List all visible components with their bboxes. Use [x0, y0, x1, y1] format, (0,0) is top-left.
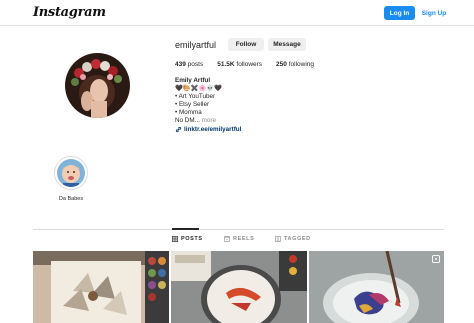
profile-bio: Emily Artful 🖤🎨✖️🌸💀🖤 • Art YouTuber • Et…	[175, 77, 355, 134]
tab-reels-label: REELS	[233, 236, 255, 242]
tab-posts-label: POSTS	[181, 236, 203, 242]
tagged-icon	[275, 236, 281, 242]
tab-posts[interactable]: POSTS	[172, 236, 203, 242]
following-label: following	[288, 61, 315, 68]
highlight-cover	[57, 159, 85, 187]
followers-label: followers	[236, 61, 263, 68]
following-stat[interactable]: 250 following	[276, 61, 314, 68]
highlight-label: Da Babes	[58, 196, 84, 202]
profile-stats: 439 posts 51.5K followers 250 following	[175, 61, 328, 68]
bio-truncated-text: No DM...	[175, 117, 200, 125]
signup-link[interactable]: Sign Up	[421, 6, 447, 20]
tab-tagged-label: TAGGED	[284, 236, 311, 242]
tabs-divider	[33, 229, 444, 230]
profile-username: emilyartful	[175, 40, 217, 50]
bio-external-link[interactable]: linktr.ee/emilyartful	[175, 126, 355, 134]
bio-link-text: linktr.ee/emilyartful	[184, 125, 242, 133]
reel-icon	[432, 255, 440, 263]
bio-line: • Etsy Seller	[175, 101, 210, 109]
following-count: 250	[276, 61, 287, 68]
instagram-logo[interactable]: Instagram	[33, 5, 106, 20]
login-button[interactable]: Log In	[384, 6, 415, 20]
post-thumbnail[interactable]	[171, 251, 307, 323]
follow-button[interactable]: Follow	[228, 38, 264, 51]
top-bar: Instagram Log In Sign Up	[0, 0, 474, 26]
bio-truncated: No DM... more	[175, 117, 355, 125]
link-icon	[175, 126, 182, 133]
tab-tagged[interactable]: TAGGED	[275, 236, 311, 242]
story-highlight[interactable]	[54, 156, 88, 190]
message-button[interactable]: Message	[268, 38, 306, 51]
posts-label: posts	[187, 61, 204, 68]
post-thumbnail[interactable]	[33, 251, 169, 323]
bio-emoji-line: 🖤🎨✖️🌸💀🖤	[175, 85, 223, 93]
post-thumbnail[interactable]	[309, 251, 444, 323]
grid-icon	[172, 236, 178, 242]
tab-reels[interactable]: REELS	[224, 236, 254, 242]
bio-more-link[interactable]: more	[202, 117, 216, 124]
bio-line: • Art YouTuber	[175, 93, 216, 101]
bio-line: • Momma	[175, 109, 202, 117]
reels-icon	[224, 236, 230, 242]
posts-stat: 439 posts	[175, 61, 203, 68]
profile-avatar[interactable]	[65, 53, 130, 118]
bio-full-name: Emily Artful	[175, 77, 211, 84]
posts-grid	[33, 251, 444, 323]
followers-stat[interactable]: 51.5K followers	[217, 61, 262, 68]
posts-count: 439	[175, 61, 186, 68]
active-tab-indicator	[172, 228, 199, 230]
followers-count: 51.5K	[217, 61, 235, 68]
